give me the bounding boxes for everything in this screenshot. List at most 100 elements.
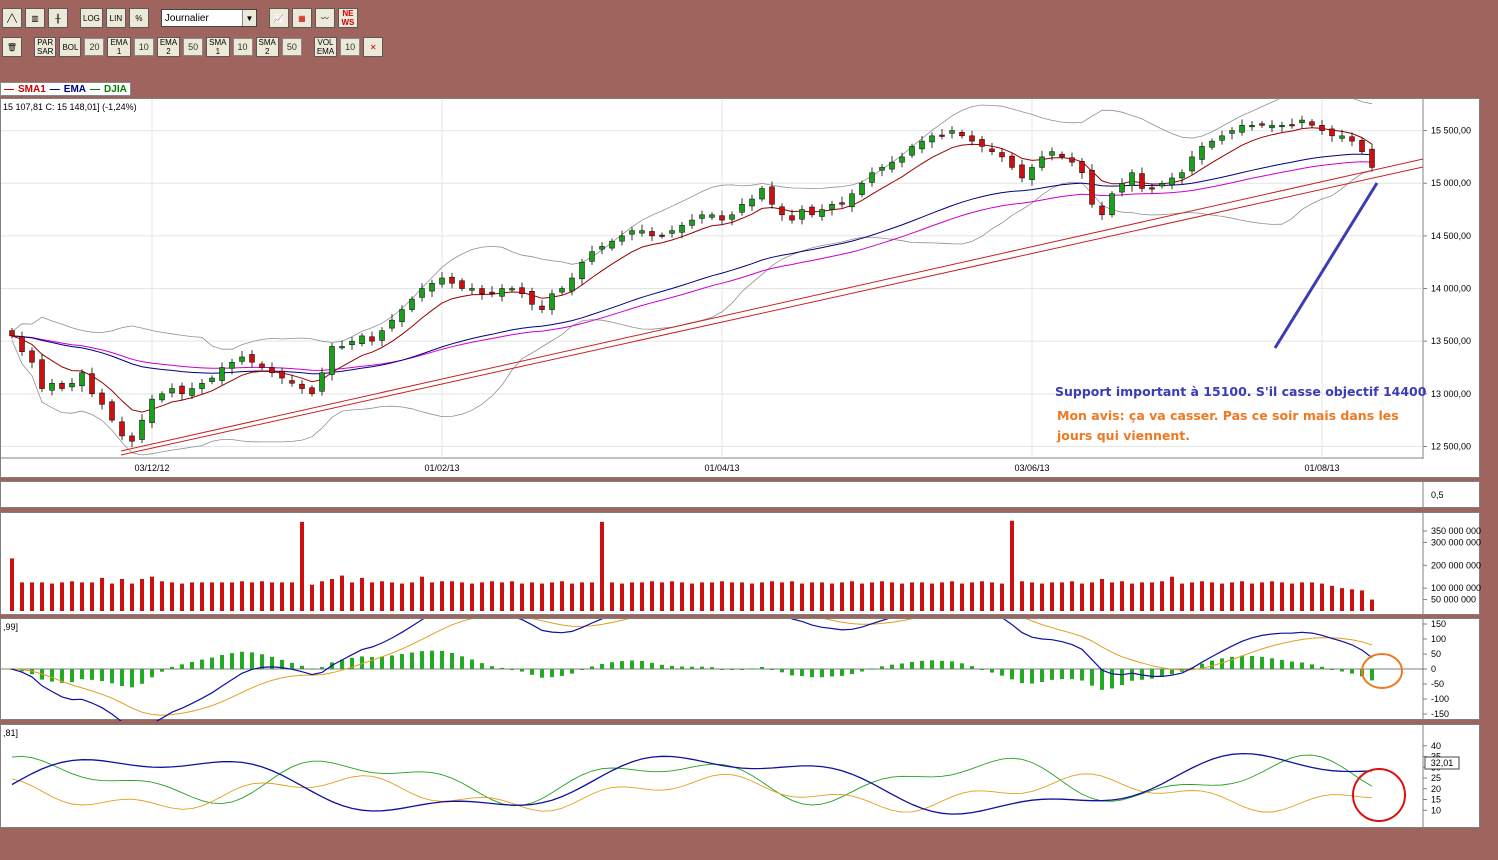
ema2-period[interactable]: 50 bbox=[183, 38, 204, 56]
macd-histogram-bar bbox=[480, 663, 484, 669]
volume-ema-period[interactable]: 10 bbox=[340, 38, 361, 56]
volume-bar bbox=[1160, 581, 1164, 611]
volume-bar bbox=[420, 576, 424, 611]
macd-panel[interactable]: 150 100 50 0 -50 -100 -150 ,99] bbox=[0, 618, 1480, 721]
chart-type-icon[interactable]: 📈 bbox=[268, 8, 289, 28]
sma2-button[interactable]: SMA 2 bbox=[255, 37, 279, 57]
macd-histogram-bar bbox=[1210, 660, 1214, 669]
parabolic-sar-button[interactable]: PAR SAR bbox=[34, 37, 57, 57]
volume-bar bbox=[1330, 585, 1334, 611]
chart-legend: — SMA1 — EMA — DJIA bbox=[0, 82, 131, 96]
volume-ema-button[interactable]: VOL EMA bbox=[313, 37, 338, 57]
macd-y-label: 100 bbox=[1431, 634, 1446, 644]
macd-histogram-bar bbox=[140, 669, 144, 684]
legend-djia: DJIA bbox=[104, 83, 127, 95]
compare-icon[interactable]: 〰 bbox=[314, 8, 335, 28]
macd-histogram-bar bbox=[510, 669, 514, 670]
volume-bar bbox=[940, 582, 944, 611]
macd-histogram-bar bbox=[800, 669, 804, 677]
candle bbox=[1339, 135, 1345, 139]
small-indicator-panel[interactable]: 0,5 bbox=[0, 481, 1480, 509]
volume-bar bbox=[830, 583, 834, 611]
volume-bar bbox=[1280, 582, 1284, 611]
sma1-period[interactable]: 10 bbox=[232, 38, 253, 56]
macd-histogram-bar bbox=[940, 660, 944, 669]
bollinger-period[interactable]: 20 bbox=[84, 38, 105, 56]
trash-icon[interactable]: 🗑 bbox=[2, 37, 22, 57]
candle bbox=[519, 287, 525, 295]
volume-bar bbox=[250, 582, 254, 611]
macd-histogram-bar bbox=[1300, 662, 1304, 669]
macd-histogram-bar bbox=[600, 663, 604, 669]
stochastic-panel[interactable]: 40353025201510,81]32,01 bbox=[0, 724, 1480, 829]
candle bbox=[949, 130, 955, 134]
macd-histogram-bar bbox=[250, 652, 254, 669]
candle bbox=[539, 305, 545, 310]
macd-histogram-bar bbox=[190, 661, 194, 669]
macd-histogram-bar bbox=[580, 669, 584, 670]
volume-bar bbox=[810, 582, 814, 611]
bollinger-button[interactable]: BOL bbox=[59, 37, 82, 57]
ema1-period[interactable]: 10 bbox=[133, 38, 154, 56]
sma2-period[interactable]: 50 bbox=[281, 38, 302, 56]
macd-histogram-bar bbox=[90, 669, 94, 680]
candle bbox=[1129, 172, 1135, 187]
indicator-chart-icon[interactable]: ✕ bbox=[363, 37, 384, 57]
volume-y-label: 200 000 000 bbox=[1431, 560, 1481, 570]
volume-bar bbox=[790, 581, 794, 611]
volume-bar bbox=[340, 575, 344, 611]
price-x-label: 01/08/13 bbox=[1304, 463, 1339, 473]
macd-histogram-bar bbox=[700, 666, 704, 669]
volume-bar bbox=[1320, 583, 1324, 611]
volume-bar bbox=[1190, 582, 1194, 611]
macd-histogram-bar bbox=[770, 668, 774, 670]
macd-histogram-bar bbox=[130, 669, 134, 688]
volume-bar bbox=[370, 582, 374, 611]
percent-scale-button[interactable]: % bbox=[128, 8, 149, 28]
macd-histogram-bar bbox=[880, 666, 884, 669]
volume-bar bbox=[350, 582, 354, 611]
news-icon[interactable]: NE WS bbox=[337, 8, 358, 28]
candle bbox=[1119, 182, 1125, 193]
macd-histogram-bar bbox=[1370, 669, 1374, 681]
volume-bar bbox=[50, 583, 54, 611]
candle bbox=[239, 356, 245, 362]
volume-panel[interactable]: 350 000 000 300 000 000 200 000 000 100 000… bbox=[0, 512, 1481, 616]
candle bbox=[179, 385, 185, 395]
macd-histogram-bar bbox=[180, 664, 184, 669]
volume-bar bbox=[180, 583, 184, 611]
colors-icon[interactable]: ▦ bbox=[291, 8, 312, 28]
macd-histogram-bar bbox=[980, 669, 984, 670]
legend-sma-marker: — bbox=[4, 83, 14, 95]
line-chart-button[interactable]: ╱╲ bbox=[2, 8, 22, 28]
candle bbox=[119, 421, 125, 437]
chevron-down-icon[interactable]: ▼ bbox=[241, 10, 256, 26]
sma1-button[interactable]: SMA 1 bbox=[206, 37, 230, 57]
linear-scale-button[interactable]: LIN bbox=[105, 8, 126, 28]
volume-bar bbox=[1220, 583, 1224, 611]
candle bbox=[1099, 205, 1105, 216]
ema1-button[interactable]: EMA 1 bbox=[107, 37, 131, 57]
macd-histogram-bar bbox=[850, 669, 854, 675]
macd-histogram-bar bbox=[1340, 669, 1344, 672]
macd-histogram-bar bbox=[1100, 669, 1104, 690]
candle bbox=[779, 206, 785, 216]
macd-histogram-bar bbox=[780, 669, 784, 673]
macd-histogram-bar bbox=[650, 662, 654, 669]
target-arrow-line bbox=[1273, 182, 1379, 349]
volume-bar bbox=[1230, 582, 1234, 611]
bar-chart-button[interactable]: ▥ bbox=[25, 8, 45, 28]
ema2-button[interactable]: EMA 2 bbox=[156, 37, 181, 57]
macd-histogram-bar bbox=[1330, 669, 1334, 670]
log-scale-button[interactable]: LOG bbox=[80, 8, 103, 28]
macd-histogram-bar bbox=[240, 651, 244, 669]
macd-histogram-bar bbox=[540, 669, 544, 678]
candlestick-button[interactable]: ╫ bbox=[48, 8, 68, 28]
candle bbox=[389, 319, 395, 329]
candle bbox=[689, 219, 695, 226]
candle bbox=[1209, 140, 1215, 148]
candle bbox=[1189, 156, 1195, 172]
candle bbox=[199, 383, 205, 389]
candle bbox=[669, 230, 675, 234]
period-select[interactable]: Journalier ▼ bbox=[160, 9, 257, 27]
